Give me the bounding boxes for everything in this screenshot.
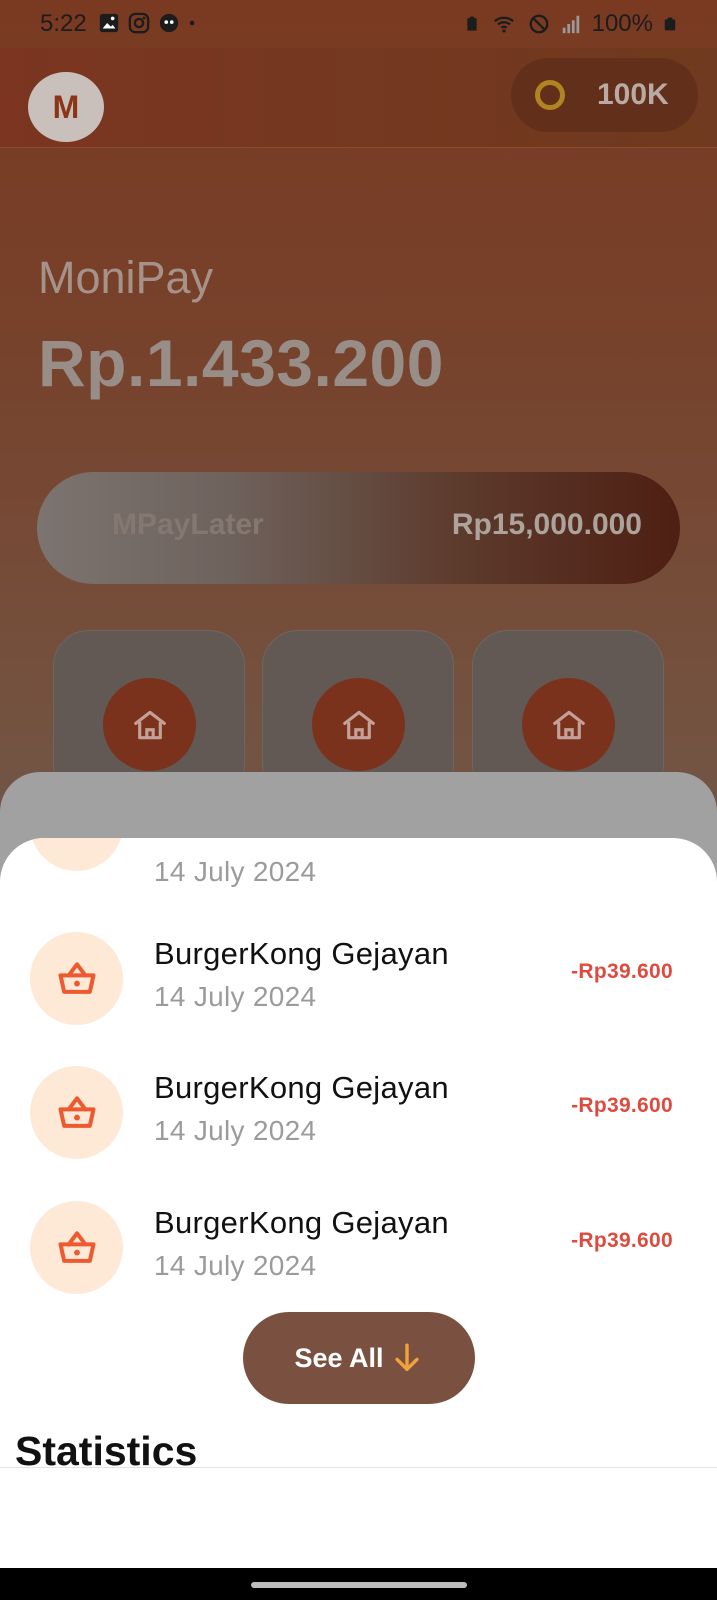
status-bar: 5:22 100%	[0, 0, 717, 48]
battery-icon	[664, 17, 676, 31]
transaction-date: 14 July 2024	[154, 1250, 317, 1281]
arrow-down-icon	[394, 1343, 419, 1372]
transaction-name: BurgerKong Gejayan	[154, 936, 449, 971]
battery-percentage: 100%	[591, 10, 653, 37]
see-all-label: See All	[294, 1342, 384, 1373]
home-icon	[133, 710, 166, 739]
list-item[interactable]: BurgerKong Gejayan 14 July 2024 -Rp39.60…	[0, 1064, 717, 1164]
menu-icon-circle	[522, 678, 615, 771]
divider	[0, 1467, 717, 1468]
more-notifications-dot-icon	[189, 20, 195, 26]
battery-saver-icon	[466, 16, 477, 31]
paylater-amount: Rp15,000.000	[451, 508, 642, 541]
app-header: M 100K	[0, 48, 717, 148]
coin-value: 100K	[597, 78, 669, 111]
basket-icon	[57, 961, 96, 994]
transaction-name: BurgerKong Gejayan	[154, 1070, 449, 1105]
paylater-label: MPayLater	[112, 508, 264, 541]
transaction-amount: -Rp39.600	[571, 1094, 673, 1117]
system-navigation-bar	[0, 1568, 717, 1600]
paylater-card[interactable]: MPayLater Rp15,000.000	[37, 472, 680, 584]
coin-icon	[535, 80, 565, 110]
home-icon	[552, 710, 585, 739]
transaction-amount: -Rp39.600	[571, 960, 673, 983]
transaction-date: 14 July 2024	[154, 981, 317, 1012]
transaction-icon-circle	[30, 1066, 123, 1159]
home-gesture-handle[interactable]	[251, 1582, 467, 1588]
list-item[interactable]: BurgerKong Gejayan 14 July 2024 -Rp39.60…	[0, 930, 717, 1030]
system-status: 100%	[464, 10, 677, 38]
wallet-name: MoniPay	[38, 252, 214, 303]
basket-icon	[57, 1230, 96, 1263]
instagram-icon	[128, 12, 150, 34]
wifi-icon	[493, 16, 514, 33]
transactions-sheet[interactable]: 14 July 2024 BurgerKong Gejayan 14 July …	[0, 838, 717, 1568]
notification-icons	[98, 12, 202, 34]
transaction-amount: -Rp39.600	[571, 1229, 673, 1252]
wallet-balance: Rp.1.433.200	[38, 326, 444, 400]
home-icon	[342, 710, 375, 739]
list-item[interactable]: 14 July 2024	[0, 838, 717, 938]
transaction-name: BurgerKong Gejayan	[154, 1205, 449, 1240]
see-all-button[interactable]: See All	[243, 1312, 475, 1404]
status-time: 5:22	[40, 10, 87, 37]
transaction-icon-circle	[30, 1201, 123, 1294]
app-notification-icon	[159, 13, 179, 33]
avatar-initial: M	[52, 88, 80, 125]
menu-icon-circle	[312, 678, 405, 771]
transaction-date: 14 July 2024	[154, 856, 317, 887]
transaction-date: 14 July 2024	[154, 1115, 317, 1146]
app-screen: 5:22 100% M 100K MoniPay Rp.1.433.200 MP…	[0, 0, 717, 1600]
do-not-disturb-icon	[529, 14, 549, 34]
transaction-icon-circle	[30, 838, 123, 871]
menu-icon-circle	[103, 678, 196, 771]
avatar[interactable]: M	[28, 72, 104, 142]
basket-icon	[57, 1095, 96, 1128]
signal-icon	[562, 15, 579, 34]
gallery-icon	[99, 13, 119, 33]
transaction-icon-circle	[30, 932, 123, 1025]
list-item[interactable]: BurgerKong Gejayan 14 July 2024 -Rp39.60…	[0, 1199, 717, 1299]
coin-balance-pill[interactable]: 100K	[511, 58, 698, 132]
